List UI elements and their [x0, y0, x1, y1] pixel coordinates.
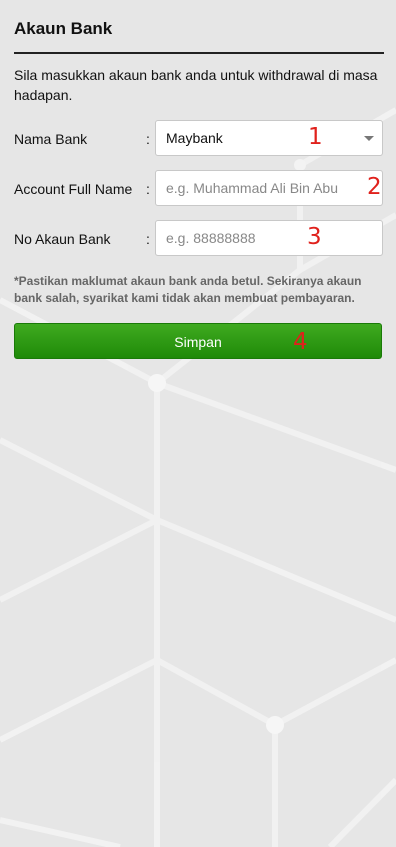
save-button-label: Simpan [174, 334, 222, 350]
page-title: Akaun Bank [14, 0, 384, 54]
marker-3: 3 [307, 224, 322, 250]
marker-4: 4 [293, 329, 308, 355]
intro-text: Sila masukkan akaun bank anda untuk with… [14, 67, 378, 103]
warning-note: *Pastikan maklumat akaun bank anda betul… [14, 274, 362, 305]
full-name-colon: : [146, 181, 150, 197]
bank-name-value: Maybank [166, 130, 223, 146]
account-no-input[interactable]: e.g. 88888888 3 [155, 220, 383, 256]
account-no-placeholder: e.g. 88888888 [166, 230, 256, 246]
full-name-row: Account Full Name : e.g. Muhammad Ali Bi… [14, 170, 384, 208]
full-name-input[interactable]: e.g. Muhammad Ali Bin Abu 2 [155, 170, 383, 206]
bank-name-label: Nama Bank [14, 131, 88, 147]
save-button[interactable]: Simpan 4 [14, 323, 382, 359]
bank-account-panel: Akaun Bank Sila masukkan akaun bank anda… [0, 0, 396, 359]
marker-1: 1 [308, 124, 323, 150]
full-name-placeholder: e.g. Muhammad Ali Bin Abu [166, 180, 338, 196]
chevron-down-icon [364, 136, 374, 141]
account-no-label: No Akaun Bank [14, 231, 111, 247]
bank-name-row: Nama Bank : Maybank 1 [14, 120, 384, 158]
account-no-colon: : [146, 231, 150, 247]
account-no-row: No Akaun Bank : e.g. 88888888 3 [14, 220, 384, 258]
bank-name-colon: : [146, 131, 150, 147]
marker-2: 2 [367, 174, 382, 200]
bank-name-select[interactable]: Maybank 1 [155, 120, 383, 156]
full-name-label: Account Full Name [14, 181, 133, 197]
